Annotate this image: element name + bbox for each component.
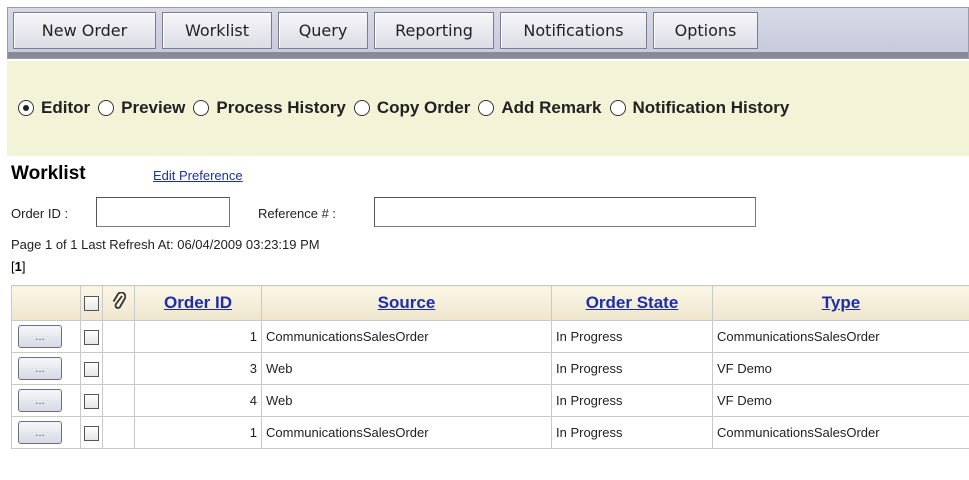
view-options-band: Editor Preview Process History Copy Orde… [7, 61, 969, 156]
row-actions-button[interactable]: ... [18, 389, 62, 412]
table-row[interactable]: ... 4 Web In Progress VF Demo [11, 384, 969, 417]
source-sort-link[interactable]: Source [378, 293, 436, 312]
pagination: [1] [11, 259, 26, 274]
radio-add-remark[interactable]: Add Remark [478, 98, 602, 118]
table-row[interactable]: ... 1 CommunicationsSalesOrder In Progre… [11, 320, 969, 353]
page-title: Worklist [11, 163, 86, 184]
table-row[interactable]: ... 1 CommunicationsSalesOrder In Progre… [11, 416, 969, 449]
order-id-column-header[interactable]: Order ID [134, 285, 262, 321]
new-order-button[interactable]: New Order [13, 12, 156, 49]
order-state-cell: In Progress [551, 416, 713, 449]
order-id-sort-link[interactable]: Order ID [164, 293, 232, 312]
select-all-checkbox[interactable] [84, 296, 99, 312]
row-checkbox[interactable] [84, 393, 99, 409]
table-row[interactable]: ... 3 Web In Progress VF Demo [11, 352, 969, 385]
edit-preference-link[interactable]: Edit Preference [153, 168, 243, 183]
paperclip-icon [112, 291, 126, 314]
type-cell: VF Demo [712, 352, 969, 385]
action-column-header [11, 285, 81, 321]
radio-label: Notification History [632, 98, 790, 117]
radio-notification-history[interactable]: Notification History [609, 98, 790, 118]
notifications-button[interactable]: Notifications [500, 12, 647, 49]
radio-label: Copy Order [376, 98, 471, 117]
radio-icon[interactable] [353, 100, 370, 116]
order-id-cell: 1 [134, 320, 262, 353]
radio-label: Preview [121, 98, 186, 117]
page-link[interactable]: 1 [15, 259, 22, 274]
row-actions-button[interactable]: ... [18, 357, 62, 380]
table-header-row: Order ID Source Order State Type [11, 285, 969, 321]
worklist-button[interactable]: Worklist [162, 12, 272, 49]
order-state-column-header[interactable]: Order State [551, 285, 713, 321]
source-column-header[interactable]: Source [261, 285, 552, 321]
order-state-cell: In Progress [551, 352, 713, 385]
row-actions-button[interactable]: ... [18, 421, 62, 444]
order-id-label: Order ID : [11, 206, 69, 221]
radio-selected-icon[interactable] [18, 100, 34, 116]
source-cell: CommunicationsSalesOrder [261, 416, 552, 449]
radio-editor[interactable]: Editor [18, 98, 90, 118]
select-all-column-header [80, 285, 103, 321]
order-id-input[interactable] [96, 197, 230, 227]
attachment-cell [102, 352, 135, 385]
main-toolbar: New Order Worklist Query Reporting Notif… [7, 7, 969, 59]
worklist-table: Order ID Source Order State Type ... 1 C… [11, 285, 969, 449]
radio-preview[interactable]: Preview [98, 98, 185, 118]
radio-icon[interactable] [193, 100, 210, 116]
type-column-header[interactable]: Type [712, 285, 969, 321]
type-cell: CommunicationsSalesOrder [712, 416, 969, 449]
radio-process-history[interactable]: Process History [193, 98, 346, 118]
view-options: Editor Preview Process History Copy Orde… [18, 95, 797, 121]
row-actions-button[interactable]: ... [18, 325, 62, 348]
attachment-column-header [102, 285, 135, 321]
attachment-cell [102, 320, 135, 353]
radio-icon[interactable] [609, 100, 626, 116]
radio-label: Process History [216, 98, 346, 117]
type-sort-link[interactable]: Type [822, 293, 860, 312]
source-cell: Web [261, 352, 552, 385]
row-checkbox[interactable] [84, 361, 99, 377]
attachment-cell [102, 384, 135, 417]
page-status: Page 1 of 1 Last Refresh At: 06/04/2009 … [11, 237, 320, 252]
source-cell: Web [261, 384, 552, 417]
row-checkbox[interactable] [84, 425, 99, 441]
row-checkbox[interactable] [84, 329, 99, 345]
reference-input[interactable] [374, 197, 756, 227]
type-cell: CommunicationsSalesOrder [712, 320, 969, 353]
reference-label: Reference # : [258, 206, 337, 221]
radio-label: Editor [41, 98, 91, 117]
type-cell: VF Demo [712, 384, 969, 417]
reporting-button[interactable]: Reporting [374, 12, 494, 49]
order-state-sort-link[interactable]: Order State [586, 293, 679, 312]
source-cell: CommunicationsSalesOrder [261, 320, 552, 353]
toolbar-divider [8, 52, 968, 58]
order-state-cell: In Progress [551, 320, 713, 353]
order-id-cell: 4 [134, 384, 262, 417]
order-id-cell: 3 [134, 352, 262, 385]
query-button[interactable]: Query [278, 12, 368, 49]
radio-icon[interactable] [98, 100, 115, 116]
radio-copy-order[interactable]: Copy Order [353, 98, 471, 118]
order-id-cell: 1 [134, 416, 262, 449]
order-state-cell: In Progress [551, 384, 713, 417]
attachment-cell [102, 416, 135, 449]
options-button[interactable]: Options [653, 12, 758, 49]
radio-icon[interactable] [478, 100, 495, 116]
radio-label: Add Remark [501, 98, 602, 117]
